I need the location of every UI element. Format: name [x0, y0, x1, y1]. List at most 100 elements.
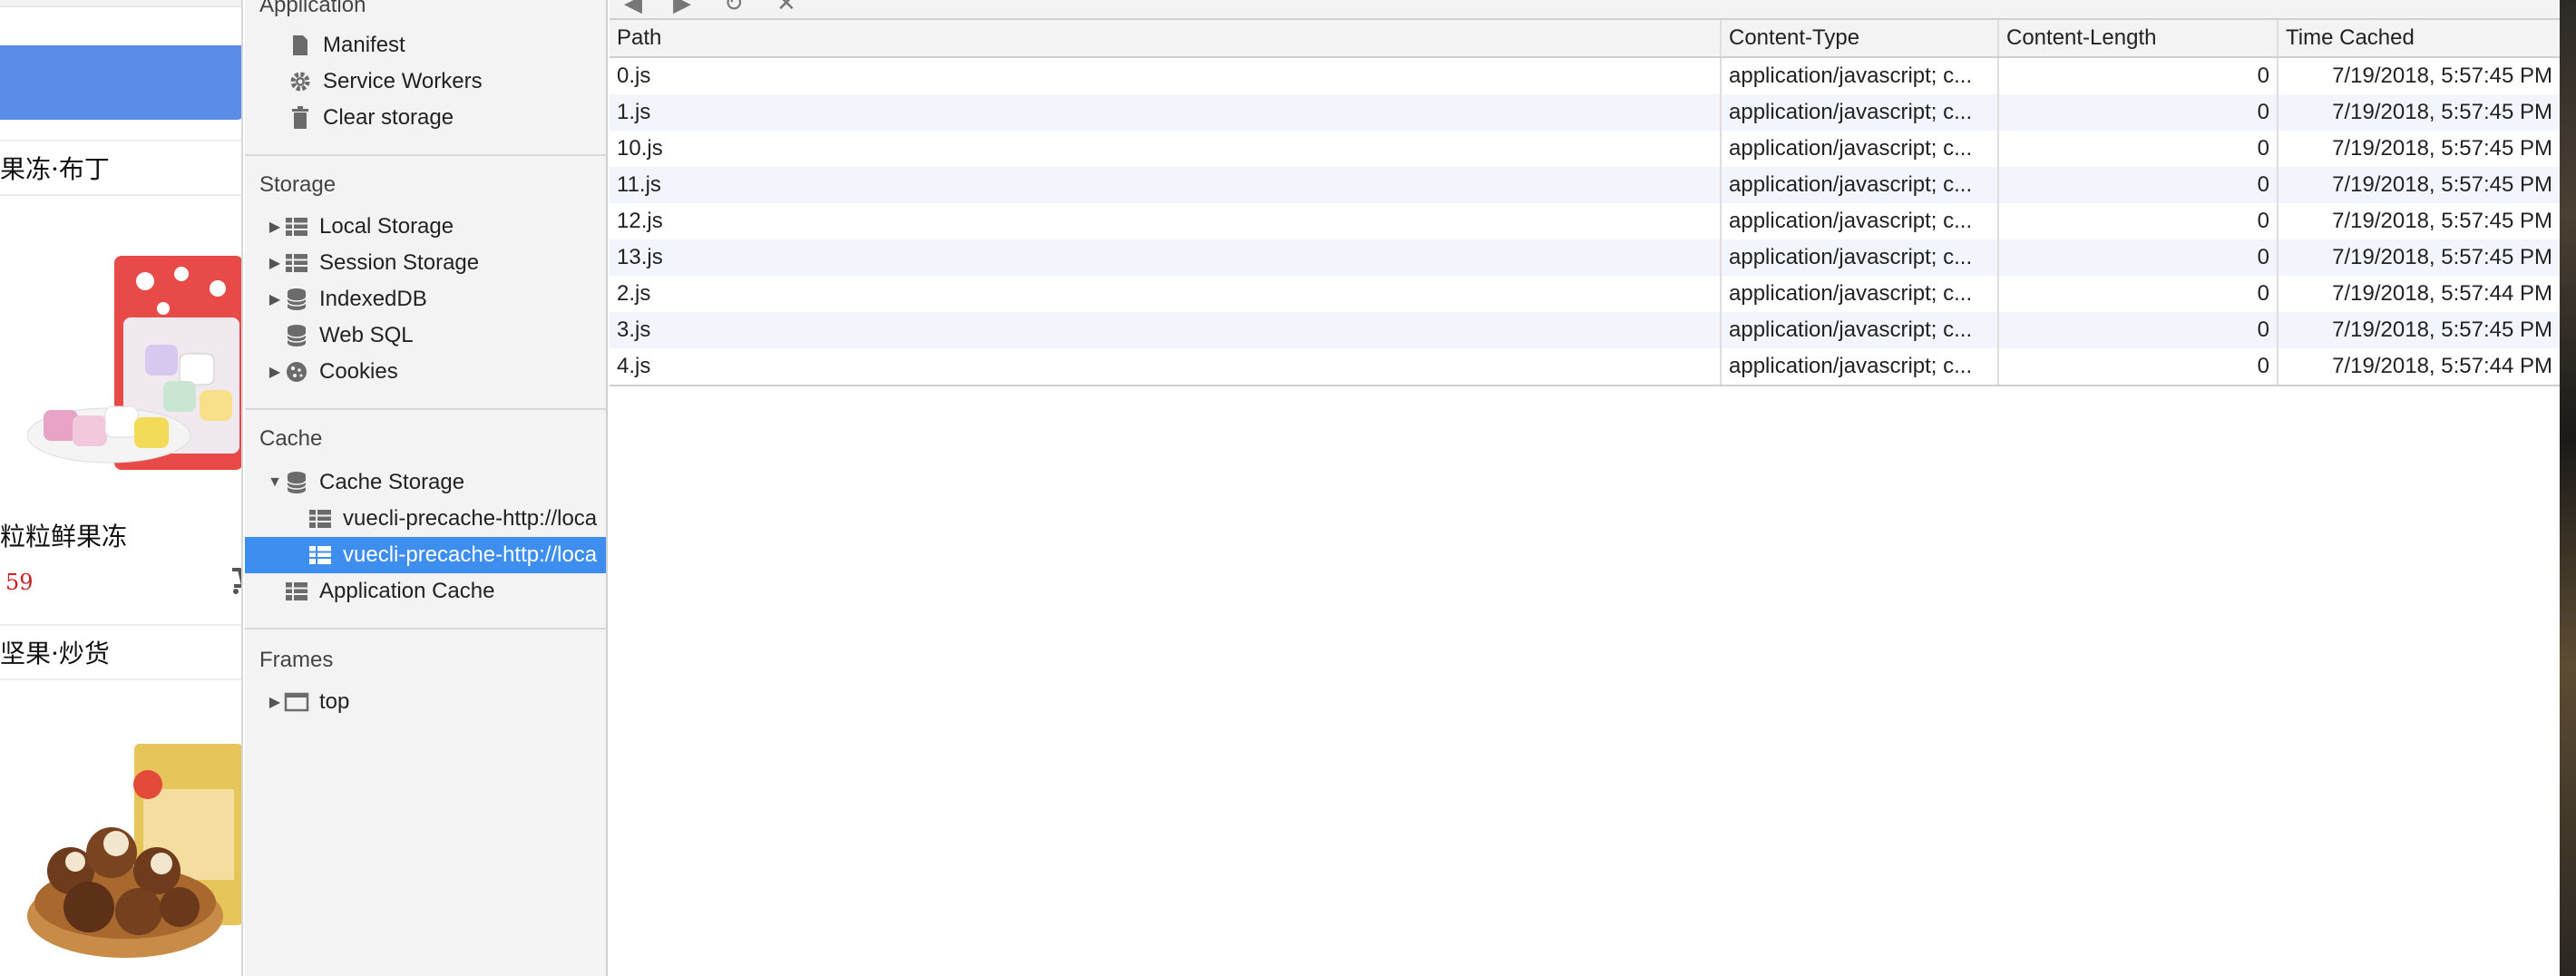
expand-arrow-icon[interactable]: ▶ [267, 245, 283, 281]
grid-icon [307, 505, 334, 532]
sidebar-item-session-storage[interactable]: ▶ Session Storage [245, 245, 606, 281]
sidebar-item-service-workers[interactable]: Service Workers [245, 63, 606, 100]
sidebar-item-cache-storage[interactable]: ▼ Cache Storage [245, 464, 606, 501]
grid-icon [307, 542, 334, 569]
sidebar-item-label: Web SQL [319, 323, 414, 347]
expand-arrow-icon[interactable]: ▶ [267, 209, 283, 245]
sidebar-item-indexeddb[interactable]: ▶ IndexedDB [245, 281, 606, 317]
expand-arrow-icon[interactable]: ▶ [267, 281, 283, 317]
table-row[interactable]: 3.js application/javascript; c... 0 7/19… [610, 312, 2560, 348]
cell-time-cached: 7/19/2018, 5:57:44 PM [2332, 281, 2552, 306]
cell-time-cached: 7/19/2018, 5:57:44 PM [2332, 354, 2552, 378]
sidebar-item-label: Local Storage [319, 214, 454, 239]
cell-content-length: 0 [1999, 312, 2278, 348]
delete-icon[interactable]: ✕ [776, 0, 796, 17]
table-bottom-border [610, 385, 2560, 386]
cell-content-length: 0 [1999, 167, 2278, 203]
sidebar-item-label: top [319, 689, 350, 714]
column-header-content-length[interactable]: Content-Length [1999, 20, 2278, 56]
gear-icon [287, 68, 314, 95]
sidebar-item-application-cache[interactable]: Application Cache [245, 573, 606, 610]
cell-time-cached: 7/19/2018, 5:57:45 PM [2332, 172, 2552, 197]
cell-content-length: 0 [1999, 131, 2278, 167]
section-title-storage: Storage [259, 172, 337, 197]
cell-path: 4.js [610, 348, 1722, 385]
table-row[interactable]: 13.js application/javascript; c... 0 7/1… [610, 239, 2560, 276]
table-header: Path Content-Type Content-Length Time Ca… [610, 20, 2560, 58]
cell-time-cached: 7/19/2018, 5:57:45 PM [2332, 317, 2552, 342]
category-header-nuts[interactable]: 坚果·炒货 [0, 624, 241, 680]
cell-content-type: application/javascript; c... [1722, 276, 1999, 312]
table-row[interactable]: 0.js application/javascript; c... 0 7/19… [610, 58, 2560, 94]
cell-content-length: 0 [1999, 58, 2278, 94]
next-page-icon[interactable]: ▶ [673, 0, 691, 17]
sidebar-item-cache-entry-2[interactable]: vuecli-precache-http://loca [245, 537, 606, 573]
page-search-bar[interactable] [0, 0, 241, 7]
cell-content-length: 0 [1999, 239, 2278, 276]
section-divider [245, 408, 606, 410]
table-row[interactable]: 2.js application/javascript; c... 0 7/19… [610, 276, 2560, 312]
table-row[interactable]: 12.js application/javascript; c... 0 7/1… [610, 203, 2560, 239]
sidebar-item-frame-top[interactable]: ▶ top [245, 684, 606, 720]
cell-content-type: application/javascript; c... [1722, 348, 1999, 385]
table-row[interactable]: 4.js application/javascript; c... 0 7/19… [610, 348, 2560, 385]
grid-icon [283, 213, 310, 240]
column-header-content-type[interactable]: Content-Type [1722, 20, 1999, 56]
table-row[interactable]: 1.js application/javascript; c... 0 7/19… [610, 94, 2560, 131]
cell-path: 1.js [610, 94, 1722, 131]
collapse-arrow-icon[interactable]: ▼ [267, 464, 283, 501]
trash-icon [287, 104, 314, 132]
column-header-path[interactable]: Path [610, 20, 1722, 56]
expand-arrow-icon[interactable]: ▶ [267, 354, 283, 390]
sidebar-item-cache-entry-1[interactable]: vuecli-precache-http://loca [245, 501, 606, 537]
cell-content-length: 0 [1999, 348, 2278, 385]
cell-time-cached: 7/19/2018, 5:57:45 PM [2332, 136, 2552, 161]
document-icon [287, 32, 314, 59]
page-blue-banner [0, 45, 241, 120]
section-divider [245, 154, 606, 156]
sidebar-item-local-storage[interactable]: ▶ Local Storage [245, 209, 606, 245]
expand-arrow-icon[interactable]: ▶ [267, 684, 283, 720]
cell-time-cached: 7/19/2018, 5:57:45 PM [2332, 245, 2552, 269]
cache-toolbar: ◀ ▶ ↻ ✕ [610, 0, 2560, 20]
column-header-time-cached[interactable]: Time Cached [2278, 20, 2560, 56]
cell-path: 11.js [610, 167, 1722, 203]
cell-path: 0.js [610, 58, 1722, 94]
cell-path: 2.js [610, 276, 1722, 312]
category-header-jelly[interactable]: 果冻·布丁 [0, 140, 241, 196]
database-icon [283, 469, 310, 496]
table-row[interactable]: 11.js application/javascript; c... 0 7/1… [610, 167, 2560, 203]
product-image-nuts[interactable] [25, 735, 241, 961]
section-divider [245, 628, 606, 630]
product-price: 59 [5, 570, 34, 595]
cell-path: 13.js [610, 239, 1722, 276]
refresh-icon[interactable]: ↻ [724, 0, 744, 17]
devtools-application-sidebar: Application Manifest Service Workers Cle… [245, 0, 608, 976]
sidebar-item-label: vuecli-precache-http://loca [343, 506, 598, 531]
cart-icon[interactable] [230, 564, 241, 603]
sidebar-item-label: Clear storage [323, 105, 454, 130]
sidebar-item-label: Cache Storage [319, 470, 465, 494]
cell-content-length: 0 [1999, 276, 2278, 312]
cookie-icon [283, 358, 310, 386]
sidebar-item-clear-storage[interactable]: Clear storage [245, 100, 606, 136]
product-image-jelly[interactable] [27, 254, 241, 472]
cell-path: 3.js [610, 312, 1722, 348]
table-row[interactable]: 10.js application/javascript; c... 0 7/1… [610, 131, 2560, 167]
sidebar-item-cookies[interactable]: ▶ Cookies [245, 354, 606, 390]
cell-path: 10.js [610, 131, 1722, 167]
sidebar-item-label: Session Storage [319, 250, 480, 275]
cell-content-type: application/javascript; c... [1722, 167, 1999, 203]
frame-icon [283, 688, 310, 716]
sidebar-item-label: Service Workers [323, 69, 483, 93]
cell-time-cached: 7/19/2018, 5:57:45 PM [2332, 63, 2552, 88]
sidebar-item-label: IndexedDB [319, 287, 427, 311]
prev-page-icon[interactable]: ◀ [624, 0, 642, 17]
sidebar-item-label: vuecli-precache-http://loca [343, 542, 598, 567]
cell-content-type: application/javascript; c... [1722, 239, 1999, 276]
sidebar-item-manifest[interactable]: Manifest [245, 27, 606, 63]
grid-icon [283, 249, 310, 277]
cell-content-type: application/javascript; c... [1722, 203, 1999, 239]
sidebar-item-web-sql[interactable]: Web SQL [245, 317, 606, 354]
product-name[interactable]: 粒粒鲜果冻 [0, 517, 127, 553]
